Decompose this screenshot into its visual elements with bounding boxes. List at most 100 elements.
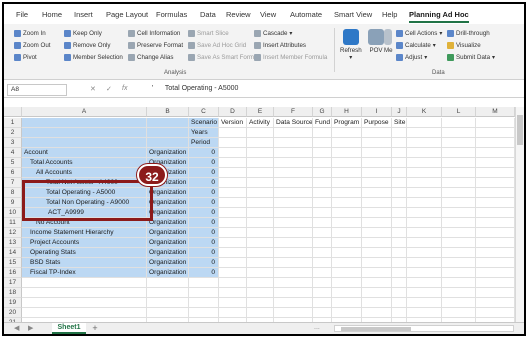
cell[interactable] — [407, 268, 442, 278]
cell[interactable]: 0 — [189, 268, 219, 278]
cell[interactable] — [313, 258, 332, 268]
cell[interactable] — [442, 148, 476, 158]
cell[interactable] — [362, 138, 392, 148]
cell[interactable] — [274, 218, 313, 228]
cell[interactable] — [313, 238, 332, 248]
cell[interactable] — [362, 238, 392, 248]
cell[interactable] — [442, 128, 476, 138]
cell[interactable] — [313, 178, 332, 188]
cell[interactable] — [407, 258, 442, 268]
cell[interactable] — [332, 178, 362, 188]
cell[interactable] — [274, 308, 313, 318]
cell[interactable]: Period — [189, 138, 219, 148]
cell[interactable] — [392, 228, 407, 238]
pivot-button[interactable]: Pivot — [14, 54, 37, 61]
cell[interactable] — [332, 298, 362, 308]
cell[interactable] — [313, 308, 332, 318]
zoom-out-button[interactable]: Zoom Out — [14, 42, 51, 49]
cell[interactable] — [247, 128, 274, 138]
cell[interactable] — [392, 128, 407, 138]
cell[interactable] — [407, 238, 442, 248]
cell[interactable] — [332, 248, 362, 258]
row-header[interactable]: 7 — [4, 178, 22, 188]
cell[interactable] — [362, 288, 392, 298]
cell[interactable] — [392, 238, 407, 248]
cell[interactable] — [274, 228, 313, 238]
submit-data-button[interactable]: Submit Data ▾ — [447, 54, 495, 61]
cell[interactable]: Organization — [147, 258, 189, 268]
cell[interactable] — [476, 178, 515, 188]
tab-review[interactable]: Review — [226, 10, 251, 19]
cell[interactable] — [442, 118, 476, 128]
cascade-button[interactable]: Cascade ▾ — [254, 30, 293, 37]
row-header[interactable]: 4 — [4, 148, 22, 158]
column-header[interactable]: G — [313, 107, 332, 117]
cell[interactable] — [407, 308, 442, 318]
cell[interactable] — [442, 208, 476, 218]
cell[interactable]: Fund — [313, 118, 332, 128]
cell[interactable]: Program — [332, 118, 362, 128]
cell[interactable] — [442, 218, 476, 228]
drill-through-button[interactable]: Drill-through — [447, 30, 490, 37]
tab-page-layout[interactable]: Page Layout — [106, 10, 148, 19]
cell[interactable]: Version — [219, 118, 247, 128]
cell[interactable] — [219, 218, 247, 228]
cell[interactable] — [442, 158, 476, 168]
cell[interactable] — [147, 128, 189, 138]
vertical-scrollbar[interactable] — [515, 107, 524, 322]
row-header[interactable]: 10 — [4, 208, 22, 218]
cell[interactable] — [219, 158, 247, 168]
cell[interactable] — [219, 128, 247, 138]
cell[interactable] — [219, 248, 247, 258]
column-header[interactable]: M — [476, 107, 515, 117]
save-ad-hoc-grid-button[interactable]: Save Ad Hoc Grid — [188, 42, 246, 49]
cell[interactable] — [407, 278, 442, 288]
cell[interactable] — [219, 198, 247, 208]
cell[interactable] — [189, 288, 219, 298]
row-header[interactable]: 3 — [4, 138, 22, 148]
preserve-format-button[interactable]: Preserve Format — [128, 42, 183, 49]
cell[interactable] — [476, 278, 515, 288]
cell[interactable] — [147, 288, 189, 298]
cell[interactable]: Site — [392, 118, 407, 128]
cell[interactable]: Organization — [147, 188, 189, 198]
cell[interactable] — [476, 168, 515, 178]
cell[interactable] — [332, 268, 362, 278]
cell[interactable] — [362, 148, 392, 158]
cell[interactable] — [442, 228, 476, 238]
cell[interactable]: 0 — [189, 208, 219, 218]
cell[interactable] — [407, 288, 442, 298]
cell[interactable] — [407, 218, 442, 228]
cell[interactable] — [189, 298, 219, 308]
cell[interactable] — [313, 168, 332, 178]
cell[interactable] — [274, 208, 313, 218]
add-sheet-button[interactable]: + — [90, 323, 100, 334]
cell[interactable] — [22, 138, 147, 148]
column-header[interactable]: B — [147, 107, 189, 117]
more-options[interactable]: ... — [314, 324, 320, 331]
cell[interactable]: Organization — [147, 208, 189, 218]
cell[interactable] — [392, 258, 407, 268]
cell[interactable] — [189, 278, 219, 288]
cell[interactable]: Organization — [147, 198, 189, 208]
cell[interactable] — [407, 118, 442, 128]
cell[interactable] — [442, 238, 476, 248]
cell[interactable] — [392, 288, 407, 298]
cell[interactable] — [392, 218, 407, 228]
cell[interactable] — [219, 208, 247, 218]
cell[interactable] — [274, 198, 313, 208]
member-button[interactable]: Me — [384, 29, 393, 54]
cell[interactable] — [219, 228, 247, 238]
row-header[interactable]: 19 — [4, 298, 22, 308]
cell[interactable] — [219, 308, 247, 318]
tab-insert[interactable]: Insert — [74, 10, 93, 19]
cell[interactable] — [313, 188, 332, 198]
cell[interactable]: 0 — [189, 248, 219, 258]
cell[interactable] — [22, 278, 147, 288]
enter-icon[interactable]: ✓ — [106, 85, 112, 93]
cell[interactable] — [407, 138, 442, 148]
cell[interactable] — [332, 278, 362, 288]
tab-view[interactable]: View — [260, 10, 276, 19]
cell[interactable] — [219, 278, 247, 288]
scroll-left-icon[interactable]: ◀ — [14, 324, 19, 332]
